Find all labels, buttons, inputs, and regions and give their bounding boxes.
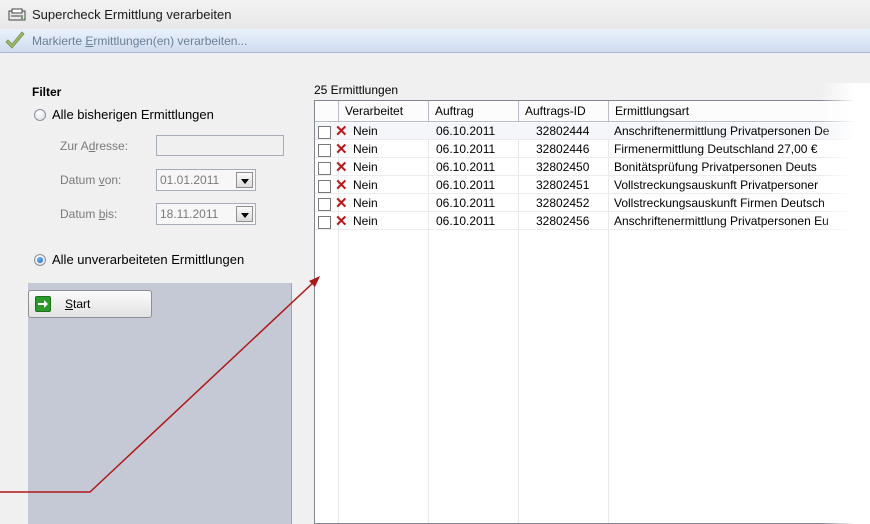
title-bar: Supercheck Ermittlung verarbeiten [0,0,870,29]
row-checkbox[interactable] [318,180,331,193]
row-checkbox[interactable] [318,162,331,175]
row-checkbox[interactable] [318,144,331,157]
cell-verarbeitet: Nein [353,196,378,210]
process-selected-button[interactable]: Markierte Ermittlungen(en) verarbeiten..… [32,34,247,48]
date-to-dropdown-icon[interactable] [236,206,253,222]
results-count: 25 Ermittlungen [314,83,399,97]
cell-auftrag: 06.10.2011 [436,142,496,156]
date-from-value: 01.01.2011 [160,173,220,187]
cell-verarbeitet: Nein [353,178,378,192]
table-row[interactable]: ✕ Nein 06.10.2011 32802444 Anschriftener… [315,123,869,140]
cell-auftrags-id: 32802451 [536,178,590,192]
arrow-right-icon [35,296,51,312]
start-button[interactable]: Start [28,290,152,318]
cell-verarbeitet: Nein [353,124,378,138]
table-row[interactable]: ✕ Nein 06.10.2011 32802450 Bonitätsprüfu… [315,159,869,176]
cell-auftrags-id: 32802446 [536,142,590,156]
cell-auftrags-id: 32802444 [536,124,590,138]
cell-auftrags-id: 32802456 [536,214,590,228]
application-window: Supercheck Ermittlung verarbeiten Markie… [0,0,870,524]
address-field[interactable] [156,135,284,156]
header-auftrags-id[interactable]: Auftrags-ID [518,101,608,122]
filter-group: Filter Alle bisherigen Ermittlungen Zur … [28,83,292,283]
start-button-label: Start [65,297,91,311]
date-to-label: Datum bis: [60,207,118,221]
cell-verarbeitet: Nein [353,214,378,228]
date-to-value: 18.11.2011 [160,207,219,221]
cell-auftrag: 06.10.2011 [436,196,496,210]
torn-edge-effect [820,83,870,524]
date-from-picker[interactable]: 01.01.2011 [156,169,256,191]
date-to-picker[interactable]: 18.11.2011 [156,203,256,225]
radio-unprocessed-label[interactable]: Alle unverarbeiteten Ermittlungen [52,252,244,267]
window-title: Supercheck Ermittlung verarbeiten [32,7,232,22]
header-auftrag[interactable]: Auftrag [428,101,518,122]
results-panel: 25 Ermittlungen Verarbeitet Auftrag Auft… [300,83,870,524]
header-verarbeitet[interactable]: Verarbeitet [338,101,428,122]
radio-all-investigations[interactable] [34,109,46,121]
cell-auftrag: 06.10.2011 [436,178,496,192]
date-from-label: Datum von: [60,173,122,187]
row-checkbox[interactable] [318,126,331,139]
results-grid: Verarbeitet Auftrag Auftrags-ID Ermittlu… [314,100,870,524]
cell-auftrag: 06.10.2011 [436,214,496,228]
row-checkbox[interactable] [318,216,331,229]
row-checkbox[interactable] [318,198,331,211]
radio-all-label[interactable]: Alle bisherigen Ermittlungen [52,107,214,122]
toolbar: Markierte Ermittlungen(en) verarbeiten..… [0,29,870,53]
left-panel: Filter Alle bisherigen Ermittlungen Zur … [28,83,292,524]
checkmark-icon [5,31,25,49]
table-row[interactable]: ✕ Nein 06.10.2011 32802451 Vollstreckung… [315,177,869,194]
cell-verarbeitet: Nein [353,142,378,156]
cell-auftrags-id: 32802450 [536,160,590,174]
header-select-column[interactable] [315,101,338,122]
address-label: Zur Adresse: [60,139,129,153]
date-from-dropdown-icon[interactable] [236,172,253,188]
filter-title: Filter [32,85,62,99]
grid-header: Verarbeitet Auftrag Auftrags-ID Ermittlu… [315,101,869,122]
cell-auftrags-id: 32802452 [536,196,590,210]
cell-auftrag: 06.10.2011 [436,124,496,138]
cell-verarbeitet: Nein [353,160,378,174]
window-app-icon [8,8,26,20]
cell-auftrag: 06.10.2011 [436,160,496,174]
table-row[interactable]: ✕ Nein 06.10.2011 32802456 Anschriftener… [315,213,869,230]
table-row[interactable]: ✕ Nein 06.10.2011 32802446 Firmenermittl… [315,141,869,158]
radio-unprocessed-investigations[interactable] [34,254,46,266]
table-row[interactable]: ✕ Nein 06.10.2011 32802452 Vollstreckung… [315,195,869,212]
